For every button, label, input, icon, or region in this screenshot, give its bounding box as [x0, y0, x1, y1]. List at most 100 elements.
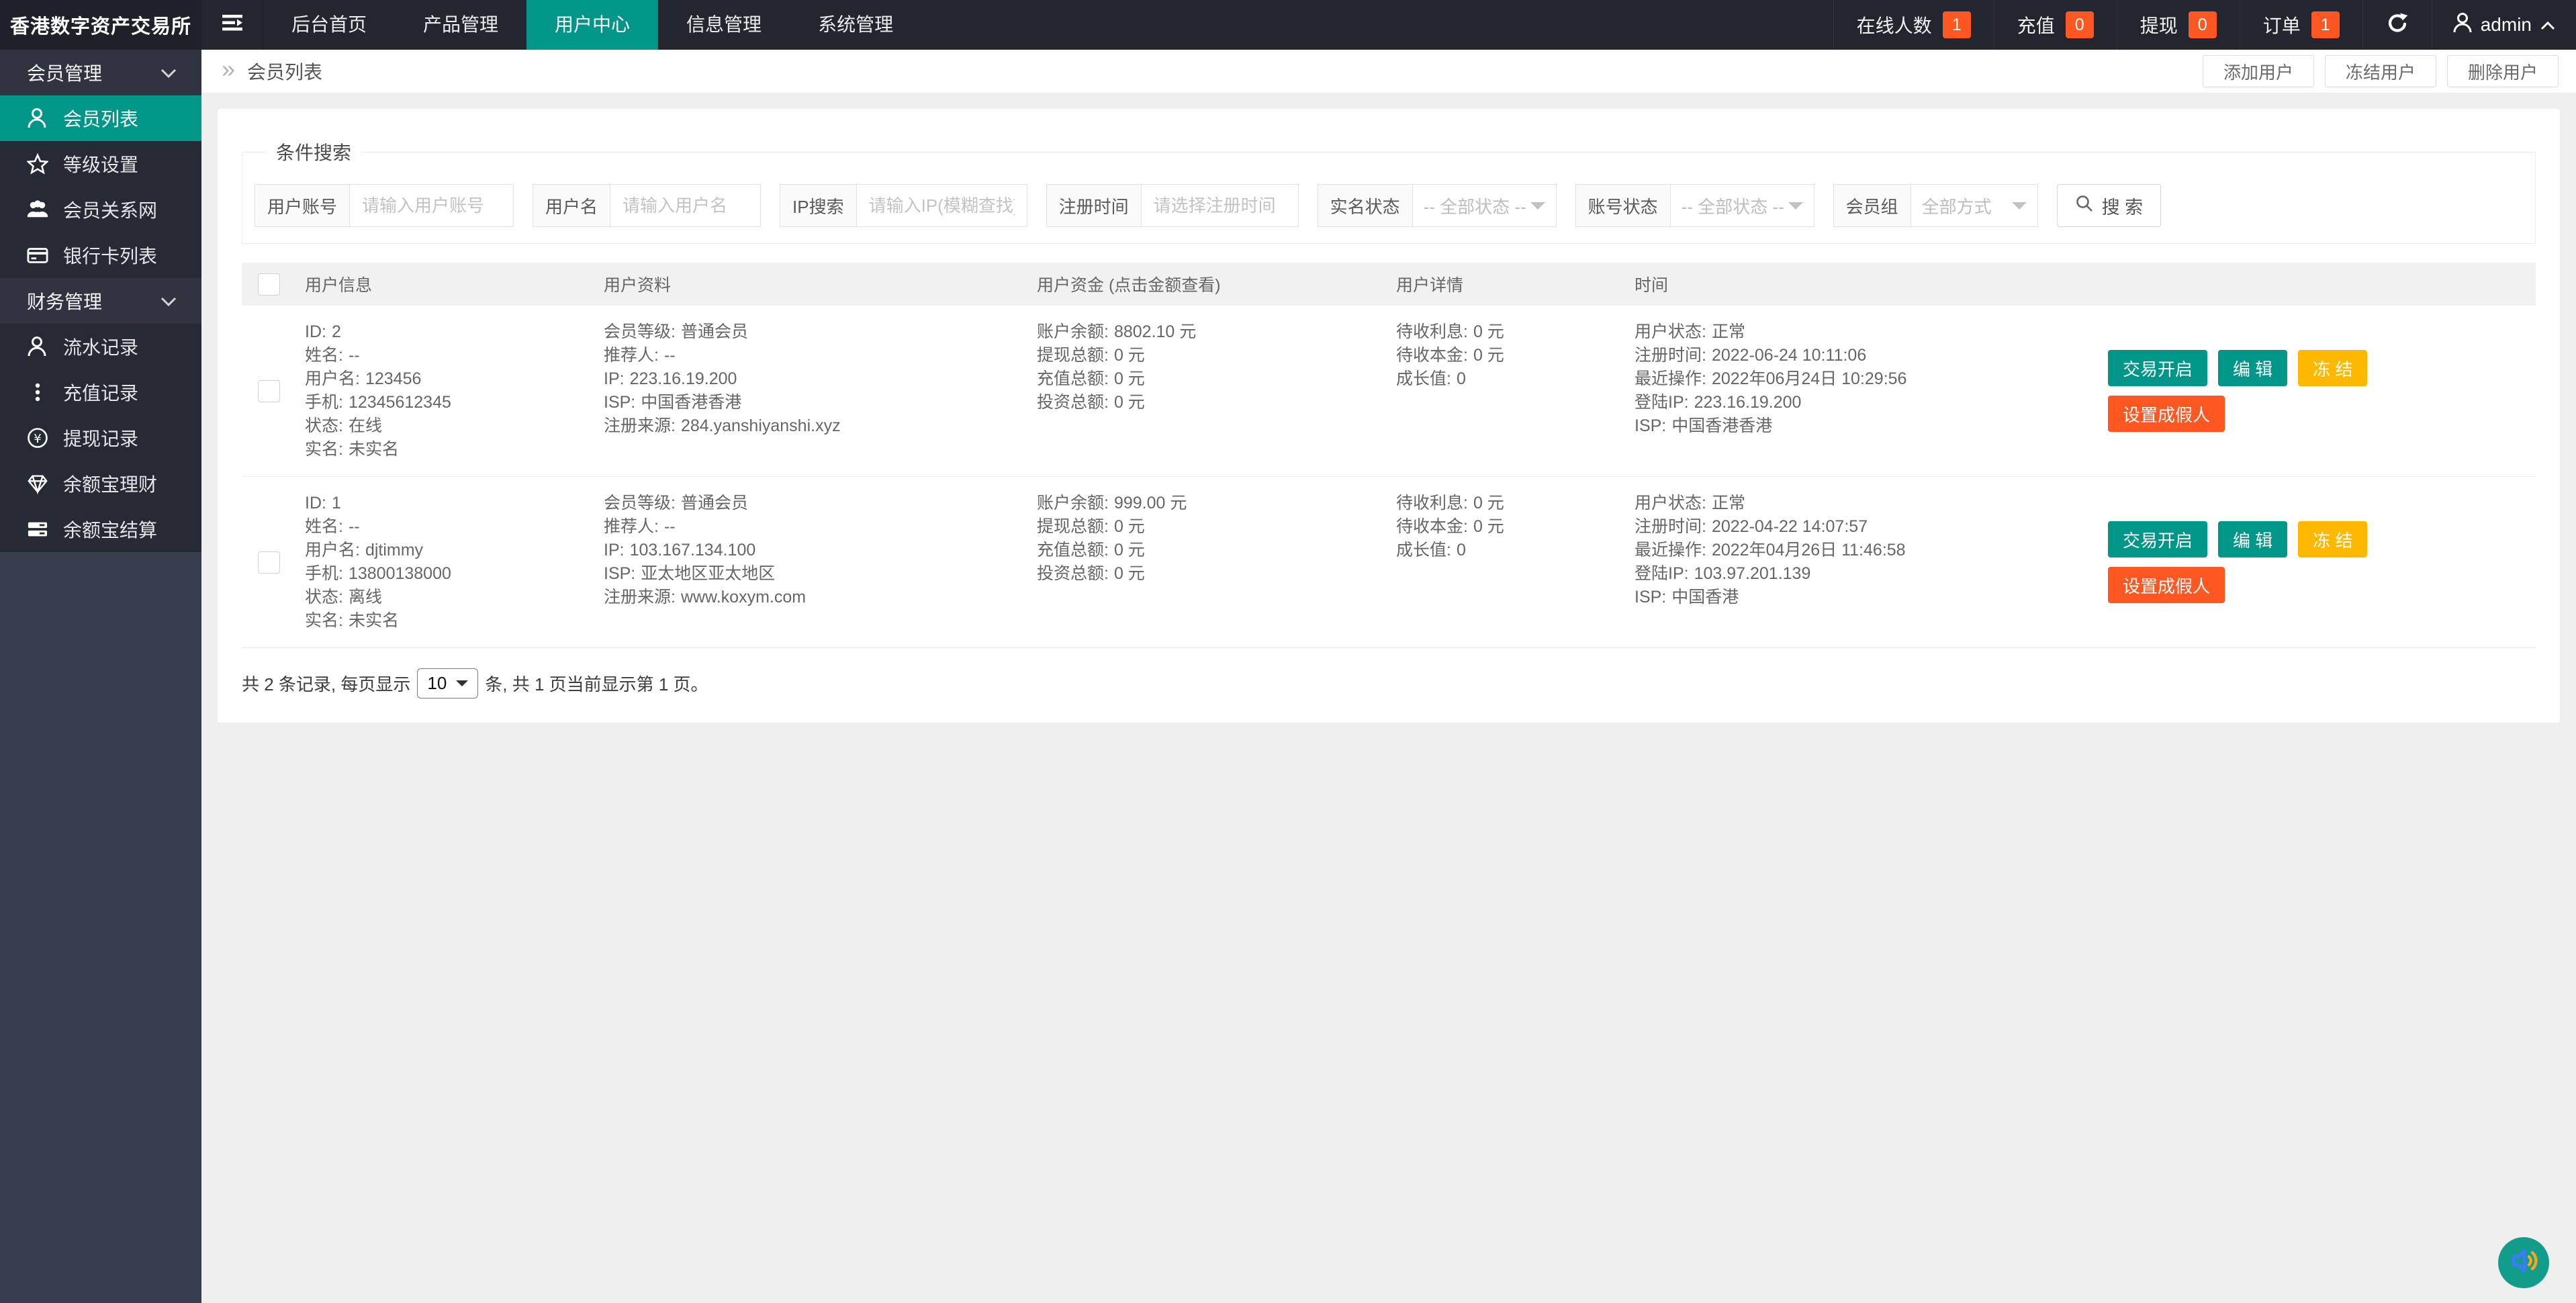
invest-total[interactable]: 0 元 [1114, 393, 1145, 412]
edit-button[interactable]: 编 辑 [2218, 521, 2287, 557]
verify-status: 未实名 [349, 440, 399, 459]
sound-notification-button[interactable] [2498, 1237, 2549, 1288]
username-field-group: 用户名 [533, 184, 761, 227]
online-status: 离线 [349, 588, 382, 606]
sidebar-item-level-settings[interactable]: 等级设置 [0, 141, 201, 187]
field-label: ID: [305, 322, 326, 341]
verify-status: 未实名 [349, 611, 399, 630]
field-label: 待收本金: [1396, 346, 1468, 365]
sidebar-section-member-management[interactable]: 会员管理 [0, 50, 201, 95]
user-phone: 13800138000 [349, 564, 451, 583]
field-label: 手机: [305, 564, 343, 583]
header-user-info: 用户信息 [295, 263, 594, 306]
pending-interest: 0 元 [1473, 322, 1504, 341]
regtime-field-label: 注册时间 [1046, 184, 1141, 227]
username-link[interactable]: 123456 [365, 369, 421, 388]
recharge-total[interactable]: 0 元 [1114, 369, 1145, 388]
sidebar-item-recharge-records[interactable]: 充值记录 [0, 369, 201, 415]
recharge-total[interactable]: 0 元 [1114, 541, 1145, 559]
order-count-item[interactable]: 订单 1 [2240, 0, 2362, 50]
table-header-row: 用户信息 用户资料 用户资金 (点击金额查看) 用户详情 时间 [242, 263, 2536, 306]
main-content: » 会员列表 添加用户 冻结用户 删除用户 条件搜索 用户账号 用户名 IP搜索 [201, 0, 2576, 723]
field-label: ISP: [1635, 588, 1666, 606]
username-link[interactable]: djtimmy [365, 541, 423, 559]
header-actions [2099, 263, 2536, 306]
withdraw-count-item[interactable]: 提现 0 [2117, 0, 2240, 50]
freeze-button[interactable]: 冻 结 [2298, 350, 2367, 386]
freeze-button[interactable]: 冻 结 [2298, 521, 2367, 557]
set-fake-button[interactable]: 设置成假人 [2108, 396, 2225, 432]
user-funds-cell: 账户余额:999.00 元 提现总额:0 元 充值总额:0 元 投资总额:0 元 [1027, 477, 1387, 647]
menu-item-user-center[interactable]: 用户中心 [526, 0, 658, 50]
group-icon [27, 199, 48, 220]
search-button[interactable]: 搜 索 [2057, 184, 2162, 227]
add-user-button[interactable]: 添加用户 [2203, 55, 2314, 87]
regtime-field-group: 注册时间 [1046, 184, 1299, 227]
freeze-user-button[interactable]: 冻结用户 [2325, 55, 2436, 87]
menu-item-system[interactable]: 系统管理 [790, 0, 921, 50]
admin-username: admin [2481, 14, 2532, 36]
sidebar-item-member-list[interactable]: 会员列表 [0, 95, 201, 141]
row-checkbox[interactable] [258, 551, 280, 574]
sidebar-item-flow-records[interactable]: 流水记录 [0, 324, 201, 369]
refresh-button[interactable] [2362, 0, 2432, 50]
field-label: 待收利息: [1396, 494, 1468, 512]
order-count-label: 订单 [2263, 11, 2301, 38]
field-label: IP: [604, 541, 625, 559]
sidebar-section-finance-management[interactable]: 财务管理 [0, 278, 201, 324]
trade-toggle-button[interactable]: 交易开启 [2108, 350, 2207, 386]
sidebar-item-yuebao-settlement[interactable]: 余额宝结算 [0, 506, 201, 552]
select-caret-icon [1788, 202, 1803, 217]
sidebar-item-member-network[interactable]: 会员关系网 [0, 187, 201, 232]
field-label: 会员等级: [604, 494, 676, 512]
sidebar-item-withdraw-records[interactable]: ¥ 提现记录 [0, 415, 201, 461]
account-field-label: 用户账号 [255, 184, 349, 227]
register-time-input[interactable] [1141, 184, 1299, 227]
account-field-group: 用户账号 [255, 184, 514, 227]
row-check-cell [242, 477, 295, 647]
invest-total[interactable]: 0 元 [1114, 564, 1145, 583]
collapse-sidebar-button[interactable] [201, 0, 263, 50]
account-balance[interactable]: 8802.10 元 [1114, 322, 1196, 341]
account-input[interactable] [349, 184, 514, 227]
sidebar-item-bank-cards[interactable]: 银行卡列表 [0, 232, 201, 278]
user-detail-cell: 待收利息:0 元 待收本金:0 元 成长值:0 [1387, 477, 1625, 647]
menu-item-information[interactable]: 信息管理 [658, 0, 790, 50]
ip-search-input[interactable] [856, 184, 1027, 227]
select-all-checkbox[interactable] [258, 273, 280, 296]
login-ip: 103.97.201.139 [1694, 564, 1811, 583]
ip-field-label: IP搜索 [780, 184, 856, 227]
member-group-select[interactable]: 全部方式 [1911, 184, 2038, 227]
withdraw-total[interactable]: 0 元 [1114, 346, 1145, 365]
withdraw-count-label: 提现 [2140, 11, 2178, 38]
select-caret-icon [1530, 202, 1545, 217]
ip-address: 223.16.19.200 [630, 369, 737, 388]
row-checkbox[interactable] [258, 380, 280, 402]
sidebar-item-yuebao-finance[interactable]: 余额宝理财 [0, 461, 201, 506]
gem-icon [27, 473, 48, 494]
delete-user-button[interactable]: 删除用户 [2447, 55, 2559, 87]
admin-menu[interactable]: admin [2432, 0, 2576, 50]
account-balance[interactable]: 999.00 元 [1114, 494, 1187, 512]
menu-item-dashboard[interactable]: 后台首页 [263, 0, 395, 50]
field-label: 实名: [305, 611, 343, 630]
withdraw-total[interactable]: 0 元 [1114, 517, 1145, 536]
realname-status-select[interactable]: -- 全部状态 -- [1412, 184, 1557, 227]
username-input[interactable] [610, 184, 761, 227]
online-count-item[interactable]: 在线人数 1 [1833, 0, 1994, 50]
select-caret-icon [456, 680, 468, 692]
field-label: 用户状态: [1635, 322, 1706, 341]
recharge-count-item[interactable]: 充值 0 [1994, 0, 2117, 50]
pending-principal: 0 元 [1473, 517, 1504, 536]
account-status-select[interactable]: -- 全部状态 -- [1670, 184, 1814, 227]
chevron-up-icon [2540, 14, 2556, 36]
edit-button[interactable]: 编 辑 [2218, 350, 2287, 386]
menu-item-products[interactable]: 产品管理 [395, 0, 526, 50]
breadcrumb-icon: » [222, 57, 235, 81]
trade-toggle-button[interactable]: 交易开启 [2108, 521, 2207, 557]
user-info-cell: ID:2 姓名:-- 用户名:123456 手机:12345612345 状态:… [295, 306, 594, 476]
set-fake-button[interactable]: 设置成假人 [2108, 567, 2225, 603]
field-label: 姓名: [305, 346, 343, 365]
field-label: 注册来源: [604, 588, 676, 606]
per-page-select[interactable]: 10 [417, 668, 478, 699]
